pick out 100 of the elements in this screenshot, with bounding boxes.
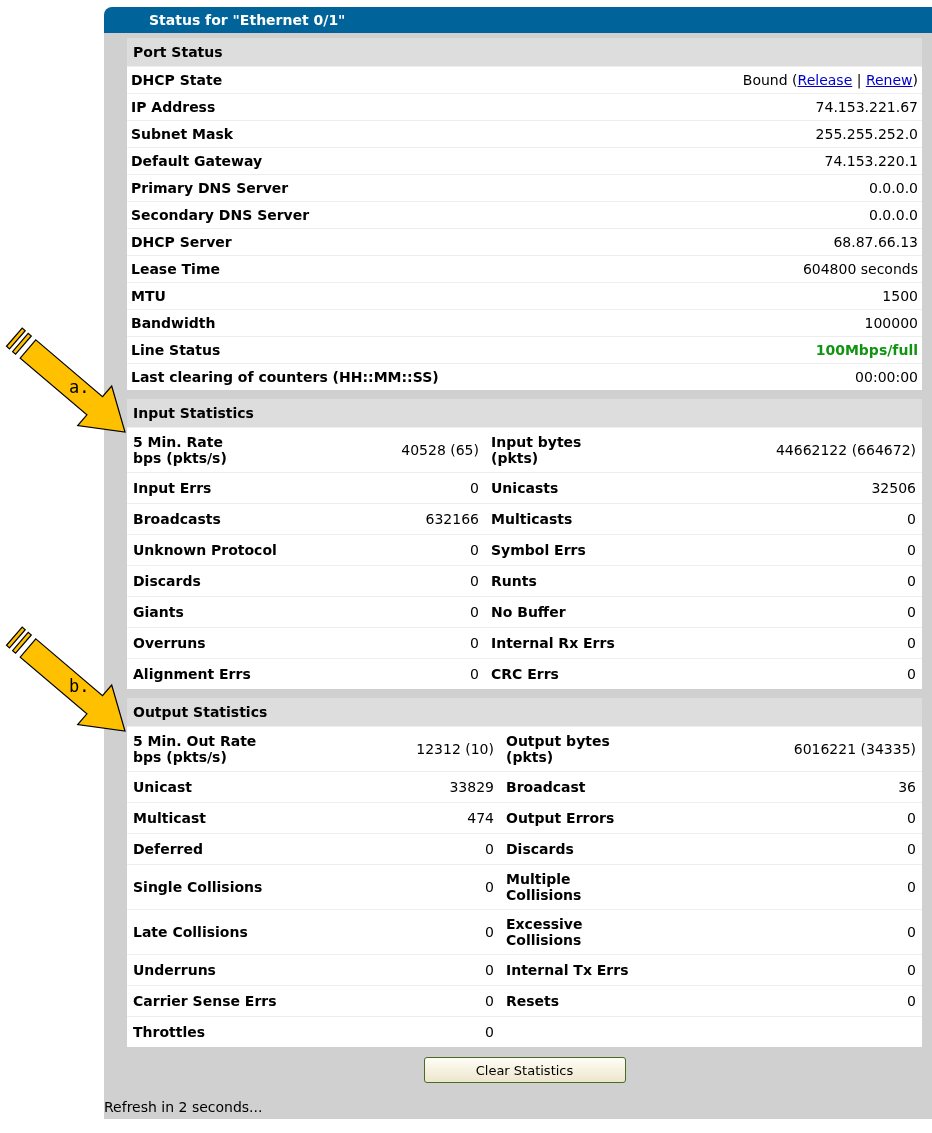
field-value: 68.87.66.13 (833, 234, 918, 250)
stat-label: Single Collisions (132, 879, 264, 895)
stat-value: 0 (907, 635, 917, 651)
field-value: 74.153.220.1 (824, 153, 918, 169)
stat-value: 44662122 (664672) (775, 442, 917, 458)
stat-value: 0 (907, 604, 917, 620)
stat-value: 0 (469, 573, 480, 589)
stat-value: 0 (907, 993, 917, 1009)
stat-label: 5 Min. Out Rate bps (pkts/s) (132, 733, 258, 765)
stat-value: 0 (907, 542, 917, 558)
field-label: Secondary DNS Server (131, 207, 310, 223)
stat-label: Resets (505, 993, 561, 1009)
action-link[interactable]: Release (797, 72, 853, 88)
stat-label: Unicast (132, 779, 193, 795)
stat-label: Throttles (132, 1024, 207, 1040)
stat-value: 0 (469, 604, 480, 620)
field-value: ) (912, 72, 918, 88)
window-title: Status for "Ethernet 0/1" (104, 7, 932, 33)
field-label: Bandwidth (131, 315, 216, 331)
field-value: 0.0.0.0 (869, 180, 918, 196)
stat-label: Giants (132, 604, 185, 620)
stat-label: Runts (490, 573, 538, 589)
status-value: 100Mbps/full (815, 342, 918, 358)
field-label: Primary DNS Server (131, 180, 289, 196)
stat-value: 0 (484, 962, 495, 978)
stat-value: 0 (469, 666, 480, 682)
stat-value: 0 (907, 810, 917, 826)
field-value: | (855, 72, 863, 88)
stat-label: Overruns (132, 635, 207, 651)
stat-label: Carrier Sense Errs (132, 993, 278, 1009)
stat-label: Internal Tx Errs (505, 962, 630, 978)
stat-label: Symbol Errs (490, 542, 587, 558)
field-label: DHCP State (131, 72, 223, 88)
stat-value: 36 (898, 779, 917, 795)
section-heading: Output Statistics (127, 698, 922, 726)
field-label: Default Gateway (131, 153, 263, 169)
stat-value: 0 (484, 879, 495, 895)
stat-label: CRC Errs (490, 666, 560, 682)
stat-label: Underruns (132, 962, 217, 978)
stat-value: 0 (907, 924, 917, 940)
stat-value: 0 (907, 511, 917, 527)
callout-label: a. (69, 377, 90, 397)
field-label: Line Status (131, 342, 221, 358)
stat-value: 632166 (424, 511, 480, 527)
stat-label: Output bytes (pkts) (505, 733, 611, 765)
field-label: Subnet Mask (131, 126, 234, 142)
field-value: 604800 seconds (802, 261, 918, 277)
stat-label: Discards (505, 841, 575, 857)
stat-value: 474 (466, 810, 495, 826)
stat-label: No Buffer (490, 604, 567, 620)
field-value: 255.255.252.0 (815, 126, 918, 142)
field-label: Lease Time (131, 261, 220, 277)
stat-value: 0 (484, 993, 495, 1009)
field-label: Last clearing of counters (HH::MM::SS) (131, 369, 439, 385)
clear-statistics-button[interactable]: Clear Statistics (423, 1057, 626, 1083)
field-label: DHCP Server (131, 234, 232, 250)
stat-value: 0 (907, 879, 917, 895)
stat-value: 0 (484, 841, 495, 857)
stat-value: 0 (469, 480, 480, 496)
stat-value: 0 (907, 666, 917, 682)
stat-label: Alignment Errs (132, 666, 252, 682)
section-heading: Input Statistics (127, 399, 922, 427)
stat-label: Multiple Collisions (505, 871, 583, 903)
stat-value: 0 (907, 573, 917, 589)
field-value: 0.0.0.0 (869, 207, 918, 223)
stat-label: Unicasts (490, 480, 560, 496)
field-value: 74.153.221.67 (815, 99, 918, 115)
stat-label: Deferred (132, 841, 205, 857)
field-value: 00:00:00 (855, 369, 918, 385)
stat-label: Input Errs (132, 480, 213, 496)
stat-label: Broadcast (505, 779, 587, 795)
stat-label: Unknown Protocol (132, 542, 278, 558)
stat-value: 6016221 (34335) (793, 741, 917, 757)
stat-label: Input bytes (pkts) (490, 434, 583, 466)
field-value: 100000 (864, 315, 918, 331)
stat-value: 0 (907, 962, 917, 978)
stat-value: 33829 (448, 779, 495, 795)
stat-value: 32506 (871, 480, 917, 496)
callout-label: b. (69, 676, 90, 696)
stat-value: 12312 (10) (415, 741, 495, 757)
stat-label: Output Errors (505, 810, 616, 826)
stat-label: Multicast (132, 810, 207, 826)
field-value: 1500 (882, 288, 918, 304)
stat-value: 0 (469, 635, 480, 651)
field-label: IP Address (131, 99, 216, 115)
field-value: Bound ( (742, 72, 798, 88)
refresh-notice: Refresh in 2 seconds... (104, 1085, 932, 1119)
stat-value: 0 (484, 1024, 495, 1040)
stat-label: Multicasts (490, 511, 574, 527)
stat-value: 0 (469, 542, 480, 558)
stat-value: 0 (907, 841, 917, 857)
field-label: MTU (131, 288, 166, 304)
stat-value: 0 (484, 924, 495, 940)
stat-value: 40528 (65) (400, 442, 480, 458)
stat-label: Excessive Collisions (505, 916, 584, 948)
action-link[interactable]: Renew (865, 72, 913, 88)
stat-label: Internal Rx Errs (490, 635, 616, 651)
stat-label: Discards (132, 573, 202, 589)
stat-label: Broadcasts (132, 511, 222, 527)
section-heading: Port Status (127, 38, 922, 66)
